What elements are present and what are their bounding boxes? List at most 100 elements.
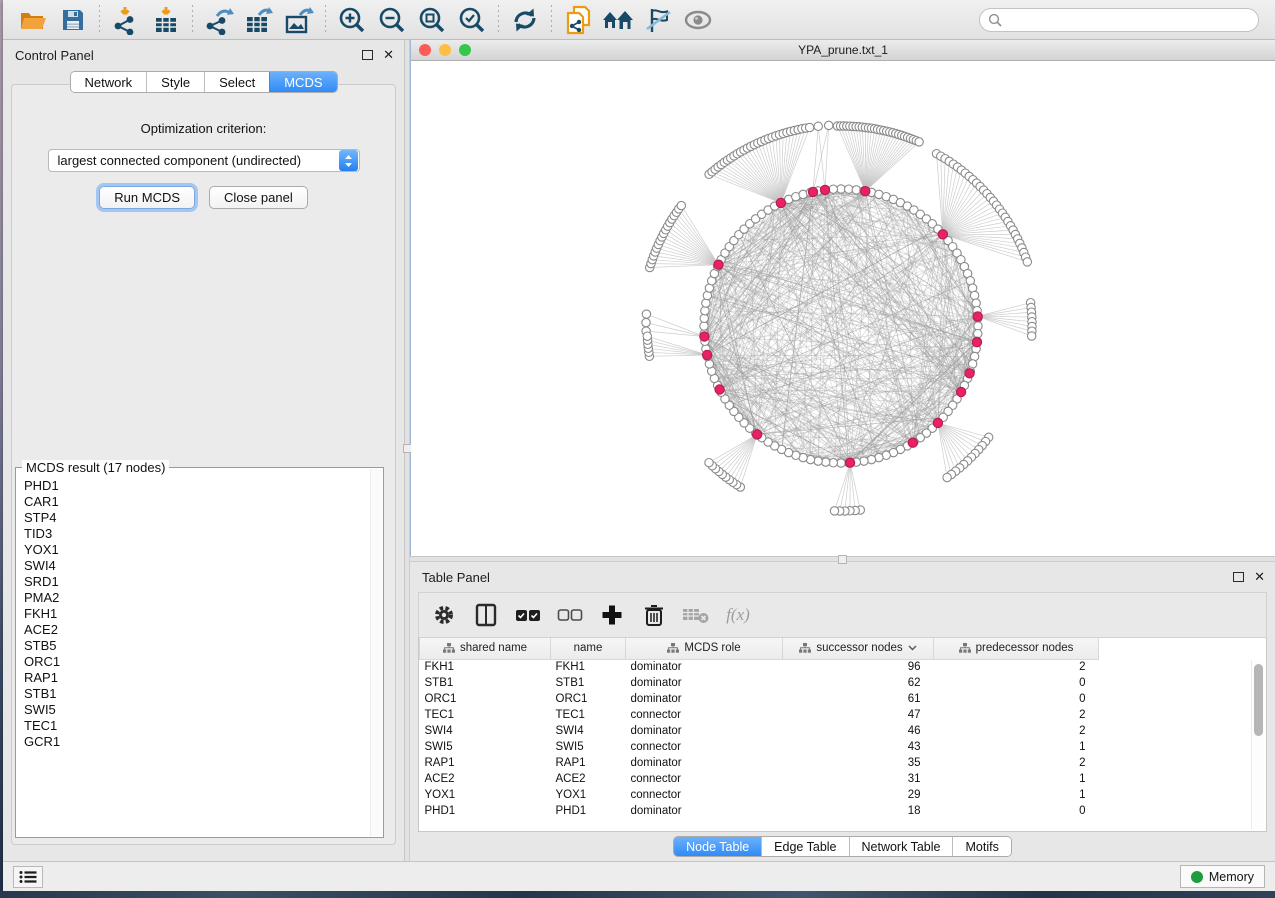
- table-cell[interactable]: connector: [626, 787, 783, 803]
- table-cell[interactable]: connector: [626, 707, 783, 723]
- mcds-result-item[interactable]: ORC1: [24, 654, 370, 670]
- table-cell[interactable]: 62: [783, 675, 934, 691]
- table-cell[interactable]: ACE2: [551, 771, 626, 787]
- table-cell[interactable]: 2: [934, 723, 1099, 739]
- tab-edge-table[interactable]: Edge Table: [761, 837, 848, 856]
- table-cell[interactable]: ACE2: [420, 771, 551, 787]
- mcds-result-item[interactable]: ACE2: [24, 622, 370, 638]
- table-cell[interactable]: FKH1: [551, 659, 626, 675]
- vertical-splitter[interactable]: [404, 40, 410, 861]
- mcds-result-item[interactable]: STB1: [24, 686, 370, 702]
- table-row[interactable]: ACE2ACE2connector311: [420, 771, 1250, 787]
- column-header[interactable]: shared name: [420, 638, 551, 659]
- mcds-result-item[interactable]: SRD1: [24, 574, 370, 590]
- table-cell[interactable]: STB1: [551, 675, 626, 691]
- mcds-result-item[interactable]: FKH1: [24, 606, 370, 622]
- float-panel-icon[interactable]: [1233, 572, 1244, 582]
- window-maximize-button[interactable]: [459, 44, 471, 56]
- export-network-button[interactable]: [199, 3, 239, 37]
- table-cell[interactable]: 1: [934, 771, 1099, 787]
- tab-network[interactable]: Network: [70, 72, 146, 92]
- table-cell[interactable]: 1: [934, 787, 1099, 803]
- table-cell[interactable]: SWI5: [551, 739, 626, 755]
- column-header[interactable]: MCDS role: [626, 638, 783, 659]
- network-graph[interactable]: [411, 61, 1275, 552]
- table-cell[interactable]: PHD1: [551, 803, 626, 819]
- save-session-button[interactable]: [53, 3, 93, 37]
- mcds-result-item[interactable]: TEC1: [24, 718, 370, 734]
- close-panel-icon[interactable]: ✕: [1254, 572, 1265, 582]
- table-cell[interactable]: 1: [934, 739, 1099, 755]
- mcds-result-item[interactable]: STP4: [24, 510, 370, 526]
- table-cell[interactable]: RAP1: [420, 755, 551, 771]
- table-cell[interactable]: TEC1: [420, 707, 551, 723]
- close-panel-button[interactable]: Close panel: [209, 186, 308, 209]
- network-window-titlebar[interactable]: YPA_prune.txt_1: [411, 40, 1275, 61]
- run-mcds-button[interactable]: Run MCDS: [99, 186, 195, 209]
- mcds-result-item[interactable]: SWI5: [24, 702, 370, 718]
- table-row[interactable]: FKH1FKH1dominator962: [420, 659, 1250, 675]
- table-cell[interactable]: 2: [934, 707, 1099, 723]
- apply-layout-button[interactable]: [505, 3, 545, 37]
- table-cell[interactable]: YOX1: [420, 787, 551, 803]
- deselect-all-button[interactable]: [553, 598, 587, 632]
- export-image-button[interactable]: [279, 3, 319, 37]
- import-table-button[interactable]: [146, 3, 186, 37]
- table-scrollbar[interactable]: [1251, 660, 1264, 829]
- table-cell[interactable]: ORC1: [551, 691, 626, 707]
- mcds-list-scrollbar[interactable]: [370, 469, 382, 836]
- window-minimize-button[interactable]: [439, 44, 451, 56]
- table-cell[interactable]: YOX1: [551, 787, 626, 803]
- table-cell[interactable]: 18: [783, 803, 934, 819]
- flag-button[interactable]: [638, 3, 678, 37]
- export-table-button[interactable]: [239, 3, 279, 37]
- table-row[interactable]: RAP1RAP1dominator352: [420, 755, 1250, 771]
- mcds-result-item[interactable]: SWI4: [24, 558, 370, 574]
- new-network-from-selection-button[interactable]: [558, 3, 598, 37]
- mcds-result-item[interactable]: RAP1: [24, 670, 370, 686]
- mcds-result-item[interactable]: TID3: [24, 526, 370, 542]
- mcds-result-item[interactable]: YOX1: [24, 542, 370, 558]
- table-cell[interactable]: 46: [783, 723, 934, 739]
- add-column-button[interactable]: [595, 598, 629, 632]
- table-cell[interactable]: 35: [783, 755, 934, 771]
- table-cell[interactable]: 43: [783, 739, 934, 755]
- table-row[interactable]: STB1STB1dominator620: [420, 675, 1250, 691]
- mcds-result-item[interactable]: GCR1: [24, 734, 370, 750]
- column-header[interactable]: predecessor nodes: [934, 638, 1099, 659]
- tab-mcds[interactable]: MCDS: [269, 72, 336, 92]
- table-cell[interactable]: connector: [626, 739, 783, 755]
- float-panel-icon[interactable]: [362, 50, 373, 60]
- scrollbar-thumb[interactable]: [1254, 664, 1263, 736]
- column-header[interactable]: name: [551, 638, 626, 659]
- table-cell[interactable]: 61: [783, 691, 934, 707]
- tab-style[interactable]: Style: [146, 72, 204, 92]
- show-columns-button[interactable]: [469, 598, 503, 632]
- table-cell[interactable]: dominator: [626, 691, 783, 707]
- table-row[interactable]: SWI5SWI5connector431: [420, 739, 1250, 755]
- mcds-result-item[interactable]: CAR1: [24, 494, 370, 510]
- horizontal-splitter[interactable]: [410, 556, 1275, 562]
- table-settings-button[interactable]: [427, 598, 461, 632]
- table-row[interactable]: TEC1TEC1connector472: [420, 707, 1250, 723]
- table-cell[interactable]: ORC1: [420, 691, 551, 707]
- table-cell[interactable]: 31: [783, 771, 934, 787]
- table-cell[interactable]: SWI5: [420, 739, 551, 755]
- table-cell[interactable]: 29: [783, 787, 934, 803]
- table-cell[interactable]: 0: [934, 675, 1099, 691]
- table-cell[interactable]: dominator: [626, 723, 783, 739]
- tab-network-table[interactable]: Network Table: [849, 837, 953, 856]
- column-header[interactable]: successor nodes: [783, 638, 934, 659]
- table-cell[interactable]: dominator: [626, 755, 783, 771]
- zoom-in-button[interactable]: [332, 3, 372, 37]
- table-cell[interactable]: dominator: [626, 659, 783, 675]
- table-cell[interactable]: 0: [934, 803, 1099, 819]
- memory-button[interactable]: Memory: [1180, 865, 1265, 888]
- search-input[interactable]: [1007, 13, 1250, 27]
- search-box[interactable]: [979, 8, 1259, 32]
- import-network-button[interactable]: [106, 3, 146, 37]
- table-cell[interactable]: PHD1: [420, 803, 551, 819]
- table-row[interactable]: YOX1YOX1connector291: [420, 787, 1250, 803]
- table-cell[interactable]: connector: [626, 771, 783, 787]
- tab-motifs[interactable]: Motifs: [952, 837, 1010, 856]
